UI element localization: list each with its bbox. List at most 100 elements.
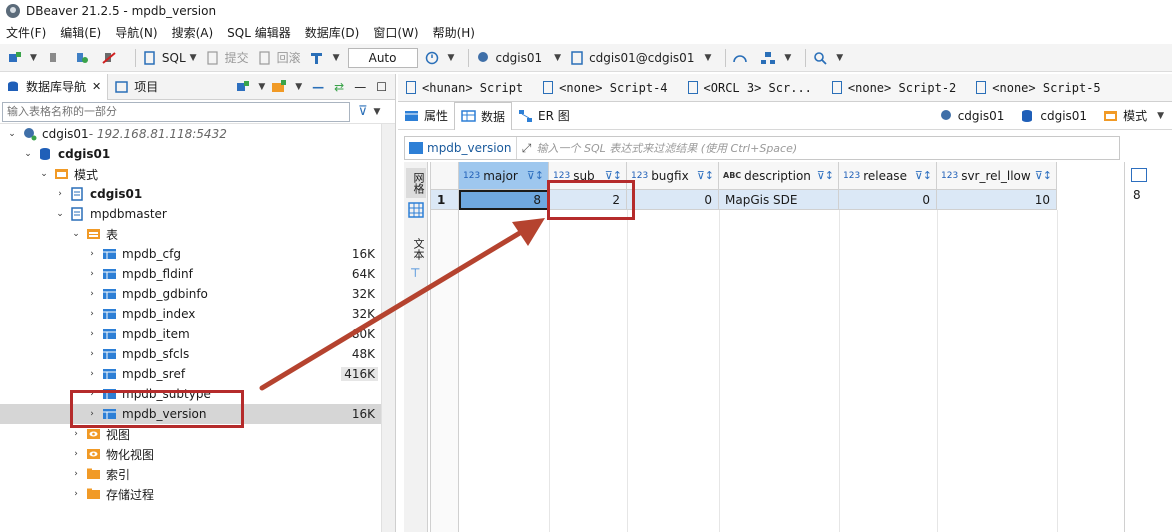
table-filter-input[interactable] — [2, 101, 350, 122]
tree-table-mpdb-sref[interactable]: › mpdb_sref 416K — [0, 364, 395, 384]
menu-navigate[interactable]: 导航(N) — [115, 24, 157, 41]
menu-search[interactable]: 搜索(A) — [172, 24, 214, 41]
active-schema-selector[interactable]: cdgis01@cdgis01 ▼ — [569, 47, 711, 69]
chevron-down-icon[interactable]: ⌄ — [6, 129, 18, 139]
tab-er-diagram[interactable]: ER 图 — [512, 102, 576, 130]
grid-icon[interactable] — [408, 202, 424, 218]
chevron-right-icon[interactable]: › — [86, 309, 98, 319]
menu-database[interactable]: 数据库(D) — [305, 24, 360, 41]
column-header-bugfix[interactable]: 123 bugfix ⊽↕ — [627, 162, 719, 190]
editor-tab-script-2[interactable]: <none> Script-2 — [824, 74, 968, 102]
chevron-down-icon[interactable]: ⌄ — [70, 229, 82, 239]
chevron-right-icon[interactable]: › — [86, 329, 98, 339]
tree-connection-cdgis01[interactable]: ⌄ cdgis01 - 192.168.81.118:5432 — [0, 124, 395, 144]
connect-button[interactable] — [45, 47, 65, 69]
search-button[interactable]: ▼ — [812, 47, 843, 69]
column-filter-icon[interactable]: ⊽↕ — [915, 169, 932, 182]
chevron-right-icon[interactable]: › — [86, 269, 98, 279]
chevron-down-icon[interactable]: ⌄ — [38, 169, 50, 179]
collapse-all-icon[interactable]: — — [312, 80, 324, 94]
editor-tab-script-4[interactable]: <none> Script-4 — [535, 74, 679, 102]
link-with-editor-icon[interactable]: ⇄ — [334, 80, 344, 94]
cell-svr-rel-llow[interactable]: 10 — [937, 190, 1057, 210]
new-connection-icon[interactable] — [234, 80, 250, 94]
tree-table-mpdb-fldinf[interactable]: › mpdb_fldinf 64K — [0, 264, 395, 284]
column-header-description[interactable]: ABC description ⊽↕ — [719, 162, 839, 190]
column-filter-icon[interactable]: ⊽↕ — [697, 169, 714, 182]
expand-icon[interactable]: ⤢ — [517, 141, 537, 156]
row-number[interactable]: 1 — [431, 190, 459, 210]
chevron-right-icon[interactable]: › — [86, 249, 98, 259]
column-header-major[interactable]: 123 major ⊽↕ — [459, 162, 549, 190]
chevron-right-icon[interactable]: › — [86, 349, 98, 359]
tree-table-mpdb-gdbinfo[interactable]: › mpdb_gdbinfo 32K — [0, 284, 395, 304]
tree-tables-folder[interactable]: ⌄ 表 — [0, 224, 395, 244]
maximize-icon[interactable]: ☐ — [376, 80, 387, 94]
column-header-release[interactable]: 123 release ⊽↕ — [839, 162, 937, 190]
tree-table-mpdb-cfg[interactable]: › mpdb_cfg 16K — [0, 244, 395, 264]
chevron-down-icon[interactable]: ⌄ — [22, 149, 34, 159]
chevron-right-icon[interactable]: › — [70, 429, 82, 439]
tree-database-cdgis01[interactable]: ⌄ cdgis01 — [0, 144, 395, 164]
chevron-right-icon[interactable]: › — [86, 289, 98, 299]
editor-datasource[interactable]: cdgis01 — [930, 102, 1013, 130]
tree-procedures-folder[interactable]: › 存储过程 — [0, 484, 395, 504]
tab-grid-view[interactable]: 网格 — [406, 168, 426, 198]
editor-tab-script-orcl[interactable]: <ORCL 3> Scr... — [680, 74, 824, 102]
editor-database[interactable]: cdgis01 — [1012, 102, 1095, 130]
cell-major[interactable]: 8 — [459, 190, 549, 210]
transaction-log-button[interactable]: ▼ — [424, 47, 454, 69]
chevron-right-icon[interactable]: › — [70, 449, 82, 459]
tree-table-mpdb-item[interactable]: › mpdb_item 80K — [0, 324, 395, 344]
chevron-right-icon[interactable]: › — [70, 489, 82, 499]
disconnect-button[interactable] — [101, 47, 121, 69]
tab-database-navigator[interactable]: 数据库导航 ✕ — [0, 73, 109, 100]
menu-window[interactable]: 窗口(W) — [373, 24, 418, 41]
chevron-down-icon[interactable]: ⌄ — [54, 209, 66, 219]
chevron-right-icon[interactable]: › — [54, 189, 66, 199]
column-filter-icon[interactable]: ⊽↕ — [1035, 169, 1052, 182]
dashboard-button[interactable] — [732, 47, 752, 69]
menu-file[interactable]: 文件(F) — [6, 24, 46, 41]
chevron-right-icon[interactable]: › — [70, 469, 82, 479]
tree-materialized-views-folder[interactable]: › 物化视图 — [0, 444, 395, 464]
sql-editor-button[interactable]: SQL ▼ — [142, 47, 197, 69]
menu-sql-editor[interactable]: SQL 编辑器 — [227, 24, 291, 41]
new-connection-button[interactable]: ▼ — [6, 47, 37, 69]
tree-schema-mpdbmaster[interactable]: ⌄ mpdbmaster — [0, 204, 395, 224]
menu-help[interactable]: 帮助(H) — [433, 24, 475, 41]
active-datasource-selector[interactable]: cdgis01 ▼ — [475, 47, 561, 69]
chevron-right-icon[interactable]: › — [86, 369, 98, 379]
tree-table-mpdb-index[interactable]: › mpdb_index 32K — [0, 304, 395, 324]
filter-expression-input[interactable]: 输入一个 SQL 表达式来过滤结果 (使用 Ctrl+Space) — [537, 140, 798, 156]
minimize-icon[interactable]: — — [354, 80, 366, 94]
column-filter-icon[interactable]: ⊽↕ — [527, 169, 544, 182]
rollback-button[interactable]: 回滚 — [257, 47, 301, 69]
panel-toggle-icon[interactable] — [1131, 168, 1147, 182]
cell-bugfix[interactable]: 0 — [627, 190, 719, 210]
transaction-mode-auto[interactable]: Auto — [347, 47, 418, 68]
tree-schema-cdgis01[interactable]: › cdgis01 — [0, 184, 395, 204]
cell-description[interactable]: MapGis SDE — [719, 190, 839, 210]
tab-projects[interactable]: 项目 — [108, 74, 164, 100]
text-view-icon[interactable]: ⊤ — [410, 266, 420, 280]
column-header-svr-rel-llow[interactable]: 123 svr_rel_llow ⊽↕ — [937, 162, 1057, 190]
reconnect-button[interactable] — [73, 47, 93, 69]
menu-edit[interactable]: 编辑(E) — [60, 24, 101, 41]
editor-schema[interactable]: 模式 ▼ — [1095, 102, 1172, 130]
navigator-scrollbar[interactable] — [381, 124, 395, 532]
new-folder-icon[interactable] — [271, 79, 287, 94]
tree-schemas-folder[interactable]: ⌄ 模式 — [0, 164, 395, 184]
tab-data[interactable]: 数据 — [454, 101, 513, 130]
cell-release[interactable]: 0 — [839, 190, 937, 210]
tree-indexes-folder[interactable]: › 索引 — [0, 464, 395, 484]
tab-properties[interactable]: 属性 — [398, 102, 454, 130]
editor-tab-script-5[interactable]: <none> Script-5 — [968, 74, 1112, 102]
tree-table-mpdb-sfcls[interactable]: › mpdb_sfcls 48K — [0, 344, 395, 364]
tab-text-view[interactable]: 文本 — [406, 234, 426, 264]
commit-button[interactable]: 提交 — [205, 47, 249, 69]
filter-icon[interactable]: ⊽ — [358, 104, 368, 119]
column-filter-icon[interactable]: ⊽↕ — [817, 169, 834, 182]
transaction-mode-button[interactable]: ▼ — [309, 47, 340, 69]
network-button[interactable]: ▼ — [760, 47, 791, 69]
